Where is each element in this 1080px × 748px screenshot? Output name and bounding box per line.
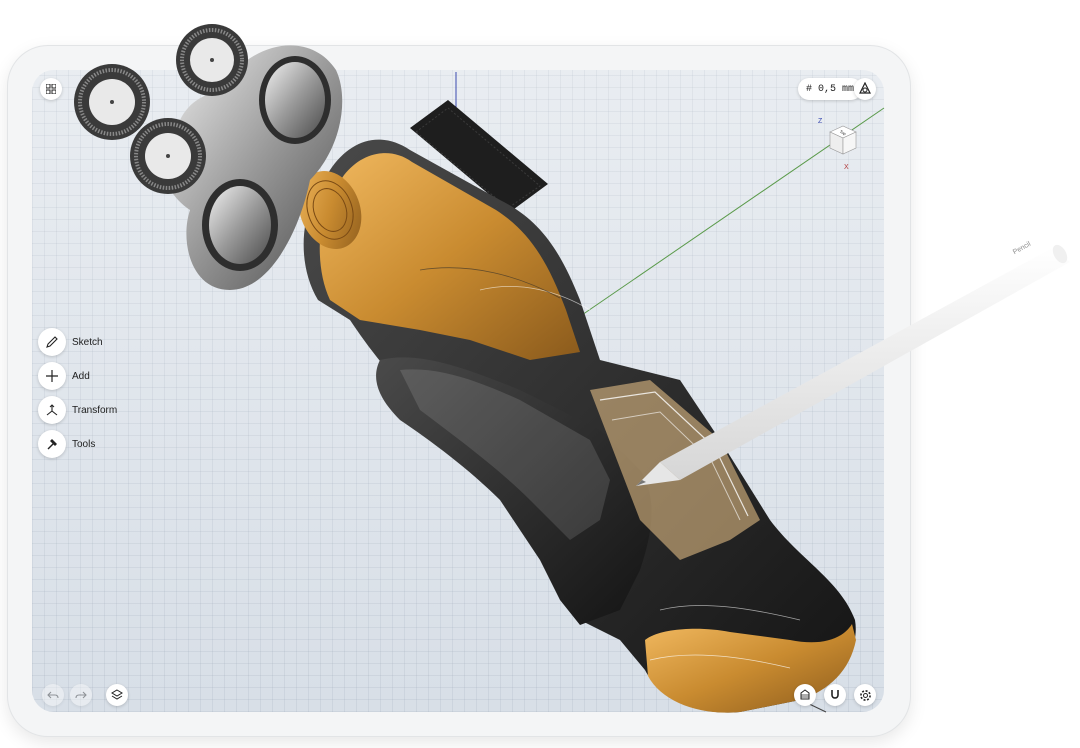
sidebar-item-tools[interactable]: Tools (38, 430, 95, 458)
layers-icon[interactable] (106, 684, 128, 706)
grid-size-label: # 0,5 mm (806, 83, 855, 95)
magnet-icon[interactable] (824, 684, 846, 706)
sidebar-item-label: Tools (72, 438, 96, 450)
pencil-brand-label: Pencil (1012, 240, 1033, 257)
hammer-icon (38, 430, 66, 458)
viewport-canvas[interactable] (32, 70, 884, 712)
sidebar-item-label: Add (72, 370, 90, 382)
transform-icon (38, 396, 66, 424)
view-cube-axis-z: Z (818, 118, 823, 125)
undo-icon[interactable] (42, 684, 64, 706)
plus-icon (38, 362, 66, 390)
redo-icon[interactable] (70, 684, 92, 706)
sidebar-item-transform[interactable]: Transform (38, 396, 117, 424)
sidebar-item-label: Sketch (72, 336, 103, 348)
grid-icon[interactable] (40, 78, 62, 100)
material-icon[interactable] (794, 684, 816, 706)
sidebar-item-sketch[interactable]: Sketch (38, 328, 103, 356)
pen-icon (38, 328, 66, 356)
settings-icon[interactable] (854, 684, 876, 706)
view-mode-icon[interactable] (854, 78, 876, 100)
sidebar-item-add[interactable]: Add (38, 362, 90, 390)
view-cube-axis-x: X (844, 164, 849, 171)
view-cube[interactable]: Top (826, 122, 860, 156)
sidebar-item-label: Transform (72, 404, 118, 416)
grid-size-button[interactable]: # 0,5 mm (798, 78, 863, 100)
